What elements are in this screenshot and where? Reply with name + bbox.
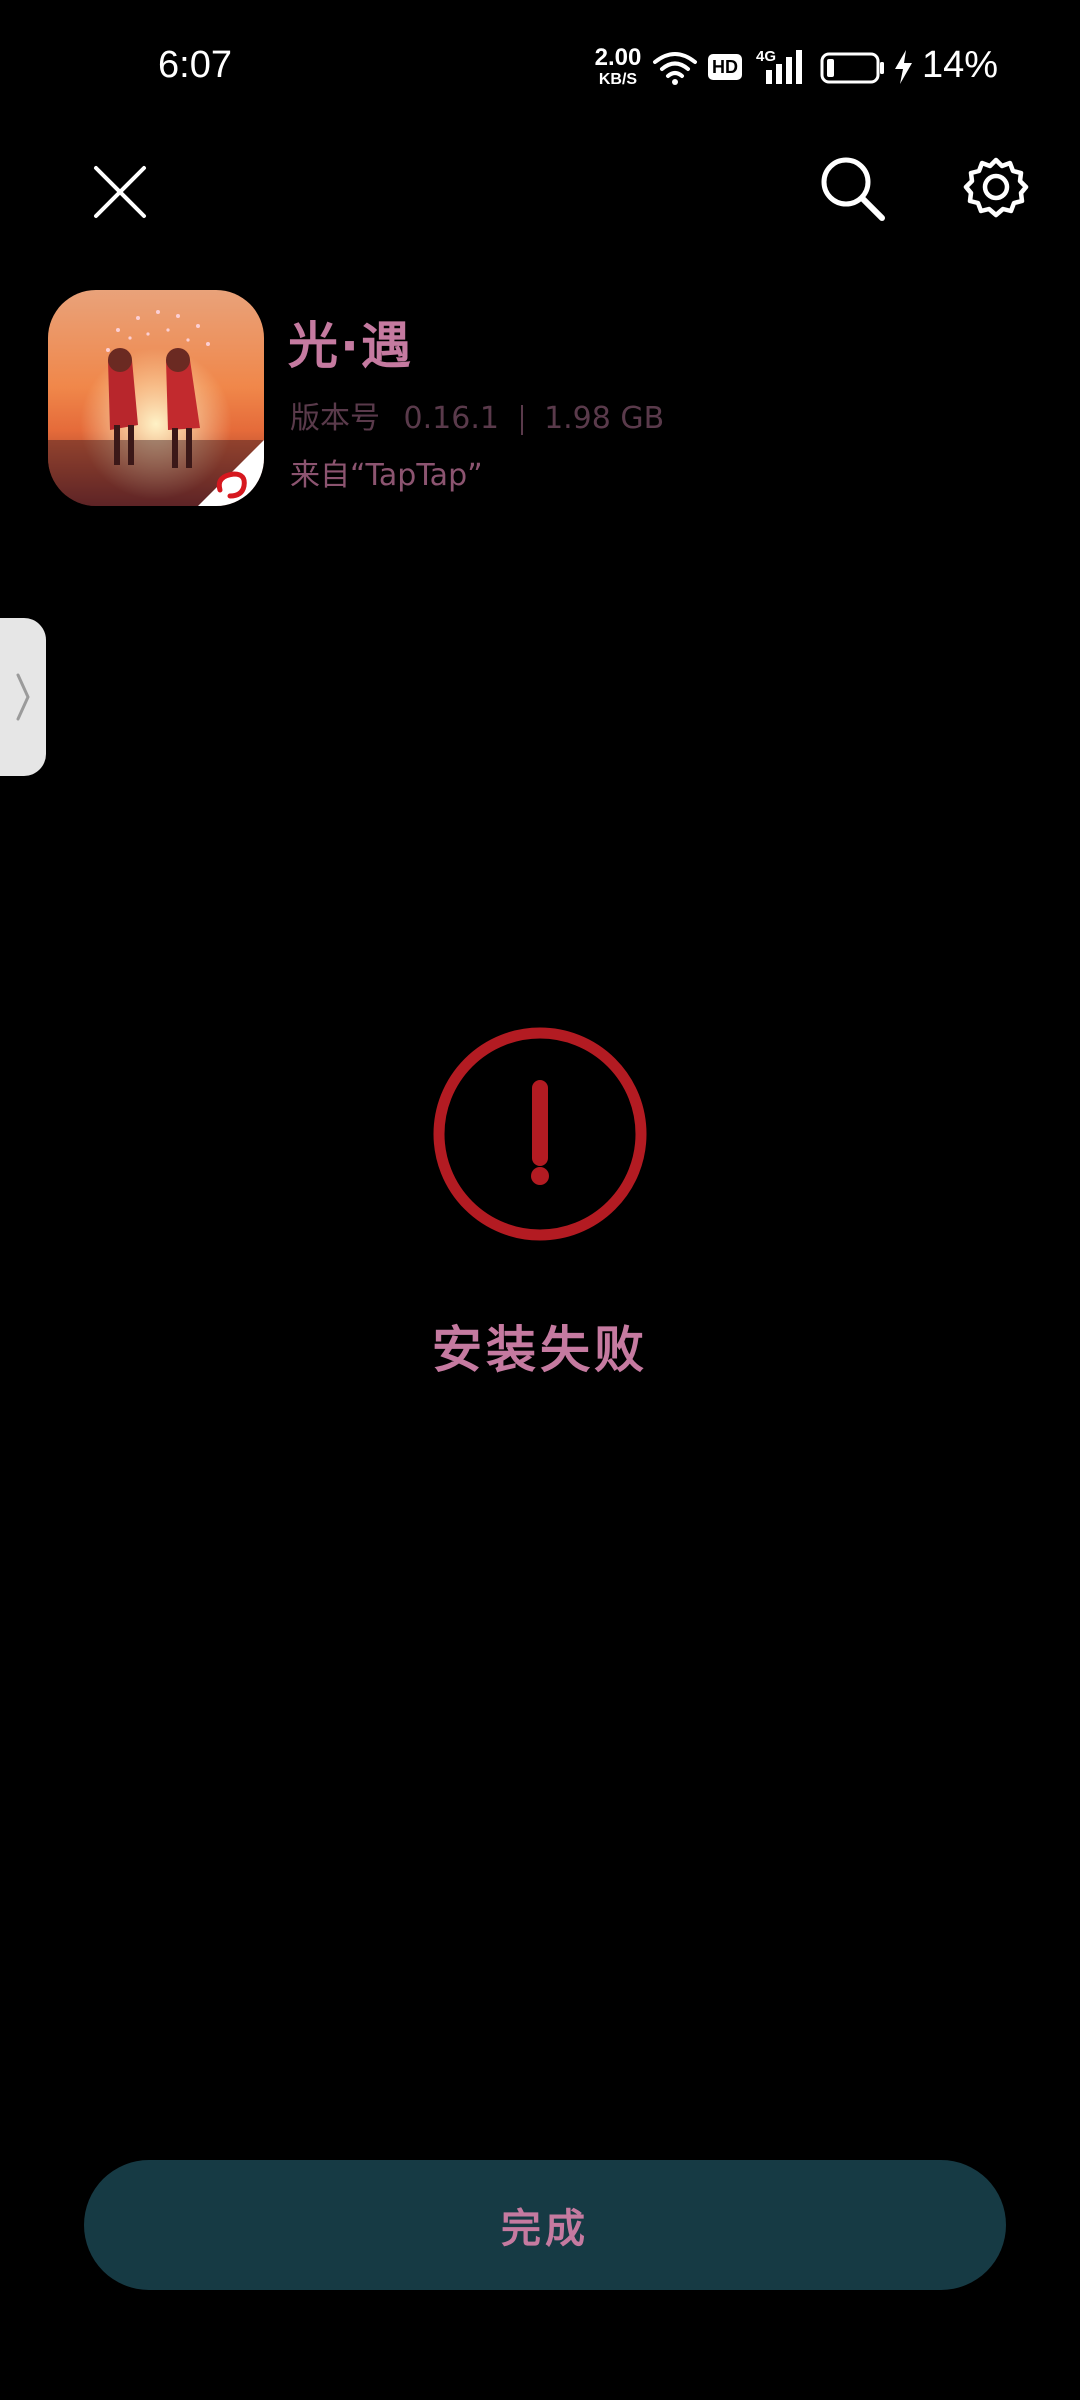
chevron-right-icon xyxy=(16,673,30,721)
wifi-icon xyxy=(653,52,697,85)
app-version-row: 版本号 0.16.1 1.98 GB xyxy=(290,393,664,437)
close-icon[interactable] xyxy=(88,160,152,224)
app-artwork-icon xyxy=(48,290,264,506)
error-exclamation-icon xyxy=(433,1027,647,1241)
done-button[interactable]: 完成 xyxy=(84,2160,1006,2290)
app-size: 1.98 GB xyxy=(544,401,665,436)
cellular-signal-icon: 4G xyxy=(756,48,806,86)
status-bar: 6:07 2.00 KB/S HD 4G 14% xyxy=(0,0,1080,136)
gear-icon[interactable] xyxy=(960,152,1032,224)
version-value: 0.16.1 xyxy=(403,401,499,436)
hd-badge: HD xyxy=(708,54,742,80)
network-speed: 2.00 KB/S xyxy=(588,46,648,88)
network-speed-unit: KB/S xyxy=(598,71,638,88)
charging-bolt-icon xyxy=(895,50,912,84)
search-icon[interactable] xyxy=(816,152,888,224)
battery-percent: 14% xyxy=(922,44,999,86)
app-icon xyxy=(48,290,264,506)
side-panel-handle[interactable] xyxy=(0,618,46,776)
app-source: 来自“TapTap” xyxy=(290,458,483,493)
battery-icon xyxy=(820,52,884,84)
app-name: 光·遇 xyxy=(288,317,413,375)
clock: 6:07 xyxy=(158,44,232,86)
version-label: 版本号 xyxy=(290,401,380,436)
divider xyxy=(520,404,523,435)
install-status-text: 安装失败 xyxy=(432,1321,648,1379)
network-speed-value: 2.00 xyxy=(594,44,642,71)
